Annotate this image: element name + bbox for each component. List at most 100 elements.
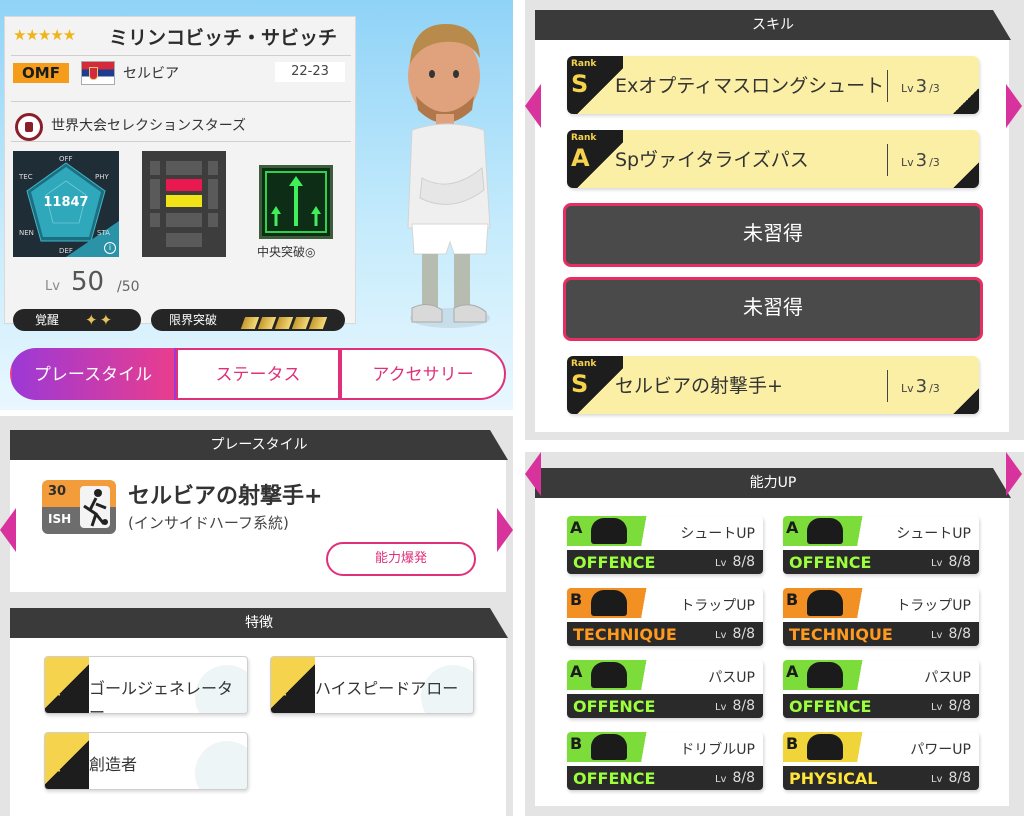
radar-chart[interactable]: OFF PHY STA DEF NEN TEC 11847 i bbox=[13, 151, 119, 257]
radar-label-off: OFF bbox=[59, 155, 73, 163]
playstyle-name: セルビアの射撃手+ bbox=[128, 484, 323, 509]
level-max: /50 bbox=[117, 279, 140, 295]
ability-card[interactable]: B ドリブルUP OFFENCE Lv 8/8 bbox=[567, 732, 763, 790]
level-value: 50 bbox=[71, 267, 105, 297]
ability-up-header: 能力UP bbox=[535, 468, 1011, 498]
runner-icon bbox=[80, 486, 110, 528]
tab-status[interactable]: ステータス bbox=[176, 348, 340, 400]
playstyle-header: プレースタイル bbox=[10, 430, 508, 460]
limit-break-bars-icon bbox=[240, 314, 328, 336]
skills-header: スキル bbox=[535, 10, 1011, 40]
skill-card[interactable]: Rank S Exオプティマスロングシュート Lv 3/3 bbox=[567, 56, 979, 114]
ability-card[interactable]: B トラップUP TECHNIQUE Lv 8/8 bbox=[783, 588, 979, 646]
ability-art-icon: B bbox=[567, 732, 661, 762]
awakening-stars-icon: ✦✦ bbox=[85, 311, 115, 329]
skill-level: Lv 3/3 bbox=[901, 376, 940, 397]
rank-s-icon: Rank S bbox=[45, 733, 89, 789]
ability-art-icon: A bbox=[567, 516, 661, 546]
ability-name: ドリブルUP bbox=[680, 742, 755, 758]
position-highlight-main bbox=[166, 179, 202, 191]
skill-slot-locked[interactable]: 未習得 bbox=[563, 203, 983, 267]
player-figure-icon bbox=[591, 518, 627, 544]
ability-grade: B bbox=[570, 734, 583, 753]
ability-name: トラップUP bbox=[896, 598, 971, 614]
skill-card[interactable]: Rank A Spヴァイタライズパス Lv 3/3 bbox=[567, 130, 979, 188]
radar-label-tec: TEC bbox=[19, 173, 33, 181]
ability-card[interactable]: B トラップUP TECHNIQUE Lv 8/8 bbox=[567, 588, 763, 646]
skill-slot-locked[interactable]: 未習得 bbox=[563, 277, 983, 341]
player-name: ミリンコビッチ・サビッチ bbox=[109, 27, 338, 49]
skill-rank: S bbox=[571, 370, 589, 398]
ability-category: PHYSICAL bbox=[789, 769, 878, 788]
club-emblem-icon bbox=[15, 113, 43, 141]
ball-icon bbox=[195, 741, 247, 789]
tactic-label: 中央突破◎ bbox=[257, 245, 316, 259]
rank-s-icon: Rank S bbox=[45, 657, 89, 713]
ability-card[interactable]: B パワーUP PHYSICAL Lv 8/8 bbox=[783, 732, 979, 790]
tactic-icon bbox=[259, 165, 333, 239]
position-map bbox=[142, 151, 226, 257]
info-icon[interactable]: i bbox=[104, 242, 116, 254]
ability-name: トラップUP bbox=[680, 598, 755, 614]
ability-level: Lv 8/8 bbox=[930, 626, 971, 642]
player-profile-panel: ★★★★★ ミリンコビッチ・サビッチ OMF セルビア 22-23 世界大会セレ… bbox=[0, 0, 513, 410]
skill-level: Lv 3/3 bbox=[901, 150, 940, 171]
ability-bar: OFFENCE Lv 8/8 bbox=[567, 550, 763, 574]
player-figure-icon bbox=[591, 590, 627, 616]
ability-level: Lv 8/8 bbox=[714, 554, 755, 570]
ability-category: OFFENCE bbox=[789, 697, 872, 716]
next-arrow-icon[interactable] bbox=[1006, 452, 1022, 496]
player-figure-icon bbox=[807, 662, 843, 688]
season-label: 22-23 bbox=[275, 62, 345, 82]
ability-art-icon: B bbox=[783, 732, 877, 762]
feature-name: ゴールジェネレーター bbox=[89, 679, 234, 714]
ability-grade: B bbox=[786, 590, 799, 609]
ability-card[interactable]: A シュートUP OFFENCE Lv 8/8 bbox=[567, 516, 763, 574]
playstyle-number: 30 bbox=[48, 484, 67, 499]
club-name: 世界大会セレクションスターズ bbox=[51, 118, 247, 134]
radar-label-nen: NEN bbox=[19, 229, 34, 237]
skill-rank: S bbox=[571, 70, 589, 98]
feature-item[interactable]: Rank S 創造者 bbox=[44, 732, 248, 790]
tab-playstyle[interactable]: プレースタイル bbox=[10, 348, 176, 400]
player-figure-icon bbox=[591, 662, 627, 688]
ability-name: パスUP bbox=[708, 670, 755, 686]
skill-name: Spヴァイタライズパス bbox=[615, 149, 809, 171]
skill-name: Exオプティマスロングシュート bbox=[615, 75, 885, 97]
ability-name: パスUP bbox=[924, 670, 971, 686]
ability-level: Lv 8/8 bbox=[714, 770, 755, 786]
skills-panel: スキル Rank S Exオプティマスロングシュート Lv 3/3 Rank A … bbox=[525, 0, 1024, 440]
features-header: 特徴 bbox=[10, 608, 508, 638]
ability-category: OFFENCE bbox=[573, 553, 656, 572]
ability-grade: B bbox=[570, 590, 583, 609]
prev-arrow-icon[interactable] bbox=[525, 84, 541, 128]
ability-bar: OFFENCE Lv 8/8 bbox=[567, 694, 763, 718]
country-name: セルビア bbox=[123, 66, 179, 82]
next-arrow-icon[interactable] bbox=[497, 508, 513, 552]
ability-card[interactable]: A パスUP OFFENCE Lv 8/8 bbox=[783, 660, 979, 718]
ability-bar: TECHNIQUE Lv 8/8 bbox=[567, 622, 763, 646]
skill-card[interactable]: Rank S セルビアの射撃手+ Lv 3/3 bbox=[567, 356, 979, 414]
divider bbox=[11, 55, 351, 56]
next-arrow-icon[interactable] bbox=[1006, 84, 1022, 128]
player-figure-icon bbox=[807, 590, 843, 616]
ability-burst-button[interactable]: 能力爆発 bbox=[326, 542, 476, 576]
ability-bar: TECHNIQUE Lv 8/8 bbox=[783, 622, 979, 646]
ability-card[interactable]: A シュートUP OFFENCE Lv 8/8 bbox=[783, 516, 979, 574]
player-figure-icon bbox=[807, 734, 843, 760]
prev-arrow-icon[interactable] bbox=[525, 452, 541, 496]
ability-card[interactable]: A パスUP OFFENCE Lv 8/8 bbox=[567, 660, 763, 718]
ability-bar: OFFENCE Lv 8/8 bbox=[783, 694, 979, 718]
tab-accessory[interactable]: アクセサリー bbox=[340, 348, 506, 400]
playstyle-position: ISH bbox=[48, 512, 72, 526]
radar-label-phy: PHY bbox=[95, 173, 109, 181]
awakening-label: 覚醒 bbox=[35, 313, 60, 327]
playstyle-panel: プレースタイル 30 ISH セルビアの射撃手+ (インサイドハーフ系統) 能力… bbox=[0, 416, 513, 816]
ability-category: OFFENCE bbox=[789, 553, 872, 572]
prev-arrow-icon[interactable] bbox=[0, 508, 16, 552]
feature-item[interactable]: Rank S ゴールジェネレーター bbox=[44, 656, 248, 714]
player-info-card: ★★★★★ ミリンコビッチ・サビッチ OMF セルビア 22-23 世界大会セレ… bbox=[4, 16, 356, 331]
feature-item[interactable]: Rank S ハイスピードアロー bbox=[270, 656, 474, 714]
ability-grade: A bbox=[786, 518, 799, 537]
playstyle-subtitle: (インサイドハーフ系統) bbox=[128, 514, 289, 532]
